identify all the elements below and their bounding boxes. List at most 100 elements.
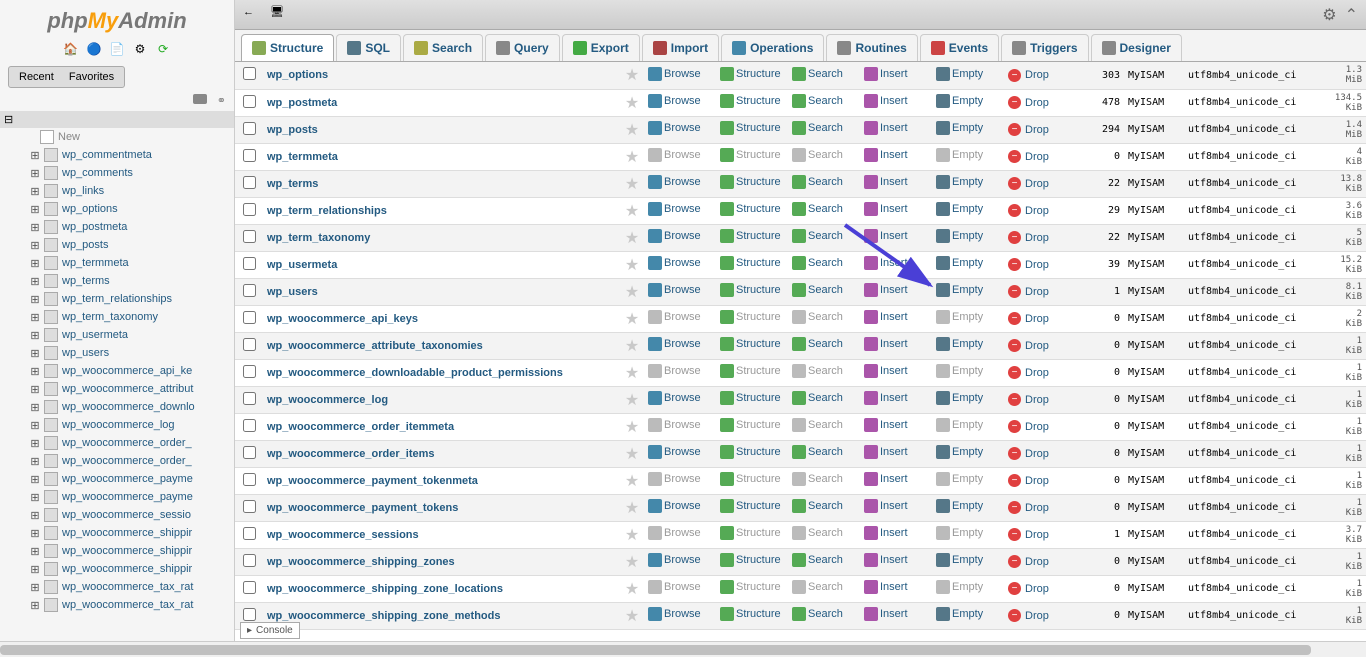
tree-table[interactable]: ⊞wp_woocommerce_order_ (0, 434, 234, 452)
tab-query[interactable]: Query (485, 34, 560, 61)
search-link[interactable]: Search (792, 256, 843, 270)
table-name[interactable]: wp_woocommerce_api_keys (263, 305, 620, 332)
structure-link[interactable]: Structure (720, 526, 781, 540)
table-name[interactable]: wp_woocommerce_attribute_taxonomies (263, 332, 620, 359)
browse-link[interactable]: Browse (648, 391, 701, 405)
browse-link[interactable]: Browse (648, 445, 701, 459)
drop-link[interactable]: −Drop (1008, 150, 1049, 163)
tree-table[interactable]: ⊞wp_woocommerce_tax_rat (0, 578, 234, 596)
empty-link[interactable]: Empty (936, 310, 983, 324)
expand-icon[interactable]: ⊞ (28, 545, 42, 558)
tree-table[interactable]: ⊞wp_postmeta (0, 218, 234, 236)
tree-table[interactable]: ⊞wp_woocommerce_payme (0, 488, 234, 506)
structure-link[interactable]: Structure (720, 391, 781, 405)
structure-link[interactable]: Structure (720, 310, 781, 324)
scrollbar-thumb[interactable] (0, 645, 1311, 655)
table-name[interactable]: wp_woocommerce_sessions (263, 521, 620, 548)
drop-link[interactable]: −Drop (1008, 231, 1049, 244)
recent-tab[interactable]: Recent (13, 69, 60, 85)
drop-link[interactable]: −Drop (1008, 258, 1049, 271)
table-name[interactable]: wp_terms (263, 170, 620, 197)
favorite-star-icon[interactable]: ★ (620, 305, 644, 332)
expand-icon[interactable]: ⊞ (28, 509, 42, 522)
tree-table[interactable]: ⊞wp_woocommerce_shippir (0, 542, 234, 560)
empty-link[interactable]: Empty (936, 229, 983, 243)
tree-table[interactable]: ⊞wp_links (0, 182, 234, 200)
browse-link[interactable]: Browse (648, 148, 701, 162)
tab-routines[interactable]: Routines (826, 34, 917, 61)
favorite-star-icon[interactable]: ★ (620, 278, 644, 305)
expand-icon[interactable]: ⊞ (28, 239, 42, 252)
insert-link[interactable]: Insert (864, 391, 908, 405)
insert-link[interactable]: Insert (864, 472, 908, 486)
insert-link[interactable]: Insert (864, 229, 908, 243)
tree-table[interactable]: ⊞wp_woocommerce_downlo (0, 398, 234, 416)
insert-link[interactable]: Insert (864, 418, 908, 432)
favorite-star-icon[interactable]: ★ (620, 494, 644, 521)
table-name[interactable]: wp_term_taxonomy (263, 224, 620, 251)
horizontal-scrollbar[interactable] (0, 641, 1366, 657)
table-name[interactable]: wp_woocommerce_payment_tokens (263, 494, 620, 521)
empty-link[interactable]: Empty (936, 445, 983, 459)
table-name[interactable]: wp_woocommerce_order_items (263, 440, 620, 467)
favorite-star-icon[interactable]: ★ (620, 521, 644, 548)
table-name[interactable]: wp_woocommerce_order_itemmeta (263, 413, 620, 440)
table-name[interactable]: wp_woocommerce_log (263, 386, 620, 413)
browse-link[interactable]: Browse (648, 526, 701, 540)
expand-icon[interactable]: ⊞ (28, 401, 42, 414)
row-checkbox[interactable] (243, 554, 256, 567)
collapse-icon[interactable] (193, 94, 207, 104)
tree-table[interactable]: ⊞wp_termmeta (0, 254, 234, 272)
table-name[interactable]: wp_usermeta (263, 251, 620, 278)
browse-link[interactable]: Browse (648, 580, 701, 594)
tree-database-root[interactable]: ⊟ (0, 111, 234, 128)
tab-structure[interactable]: Structure (241, 34, 334, 61)
drop-link[interactable]: −Drop (1008, 609, 1049, 622)
table-name[interactable]: wp_term_relationships (263, 197, 620, 224)
browse-link[interactable]: Browse (648, 499, 701, 513)
empty-link[interactable]: Empty (936, 607, 983, 621)
insert-link[interactable]: Insert (864, 175, 908, 189)
structure-link[interactable]: Structure (720, 148, 781, 162)
empty-link[interactable]: Empty (936, 391, 983, 405)
tab-designer[interactable]: Designer (1091, 34, 1182, 61)
row-checkbox[interactable] (243, 419, 256, 432)
insert-link[interactable]: Insert (864, 256, 908, 270)
browse-link[interactable]: Browse (648, 337, 701, 351)
table-name[interactable]: wp_termmeta (263, 143, 620, 170)
row-checkbox[interactable] (243, 122, 256, 135)
search-link[interactable]: Search (792, 580, 843, 594)
tab-search[interactable]: Search (403, 34, 483, 61)
expand-icon[interactable]: ⊞ (28, 347, 42, 360)
favorite-star-icon[interactable]: ★ (620, 89, 644, 116)
empty-link[interactable]: Empty (936, 580, 983, 594)
expand-icon[interactable]: ⊞ (28, 203, 42, 216)
expand-icon[interactable]: ⊞ (28, 185, 42, 198)
expand-icon[interactable]: ⊞ (28, 293, 42, 306)
tree-table[interactable]: ⊞wp_comments (0, 164, 234, 182)
search-link[interactable]: Search (792, 310, 843, 324)
gear-icon[interactable]: ⚙ (1322, 5, 1336, 25)
drop-link[interactable]: −Drop (1008, 582, 1049, 595)
search-link[interactable]: Search (792, 391, 843, 405)
table-name[interactable]: wp_woocommerce_downloadable_product_perm… (263, 359, 620, 386)
row-checkbox[interactable] (243, 608, 256, 621)
tree-table[interactable]: ⊞wp_woocommerce_api_ke (0, 362, 234, 380)
structure-link[interactable]: Structure (720, 121, 781, 135)
expand-icon[interactable]: ⊞ (28, 311, 42, 324)
drop-link[interactable]: −Drop (1008, 204, 1049, 217)
row-checkbox[interactable] (243, 473, 256, 486)
insert-link[interactable]: Insert (864, 553, 908, 567)
expand-icon[interactable]: ⊞ (28, 383, 42, 396)
structure-link[interactable]: Structure (720, 607, 781, 621)
drop-link[interactable]: −Drop (1008, 177, 1049, 190)
row-checkbox[interactable] (243, 338, 256, 351)
expand-icon[interactable]: ⊞ (28, 491, 42, 504)
search-link[interactable]: Search (792, 553, 843, 567)
favorite-star-icon[interactable]: ★ (620, 116, 644, 143)
insert-link[interactable]: Insert (864, 121, 908, 135)
drop-link[interactable]: −Drop (1008, 528, 1049, 541)
row-checkbox[interactable] (243, 392, 256, 405)
expand-icon[interactable]: ⊞ (28, 437, 42, 450)
collapse-top-icon[interactable]: ⌃ (1345, 5, 1358, 25)
